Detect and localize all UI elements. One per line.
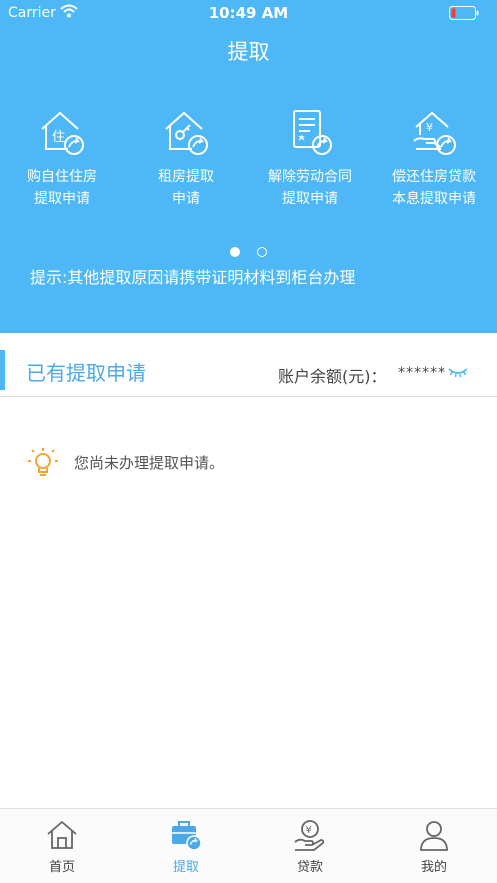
balance-value: ****** (398, 365, 446, 381)
page-dot-inactive[interactable] (257, 247, 268, 257)
rent-house-icon (165, 111, 208, 155)
eye-closed-icon[interactable] (448, 366, 468, 378)
tab-label: 首页 (48, 860, 75, 875)
profile-icon (420, 821, 448, 851)
header: Carrier 10:49 AM 提取 住 购自住住房 提取申请 租房提取 申请… (0, 0, 497, 333)
shortcut-buy-house[interactable]: 住 购自住住房 提取申请 (0, 100, 124, 220)
balance-label: 账户余额(元)： (278, 367, 387, 386)
withdraw-briefcase-icon (172, 821, 202, 851)
shortcut-repay-loan[interactable]: ¥ 偿还住房贷款 本息提取申请 (372, 100, 496, 220)
tab-loan[interactable]: ¥ 贷款 (248, 809, 372, 883)
loan-hand-icon: ¥ (294, 820, 325, 851)
battery-icon (449, 6, 479, 20)
home-icon (47, 820, 77, 849)
shortcut-grid: 住 购自住住房 提取申请 租房提取 申请 解除劳动合同 提取申请 ¥ 偿还住房贷… (0, 100, 497, 220)
shortcut-label-line2: 本息提取申请 (392, 191, 476, 207)
page-title: 提取 (227, 40, 270, 64)
shortcut-label-line1: 解除劳动合同 (268, 169, 352, 185)
shortcut-label-line1: 购自住住房 (27, 169, 97, 185)
clock: 10:49 AM (208, 4, 289, 22)
accent-bar (0, 350, 5, 390)
lightbulb-icon (28, 448, 58, 476)
shortcut-label-line2: 提取申请 (282, 191, 338, 207)
shortcut-rent-house[interactable]: 租房提取 申请 (124, 100, 248, 220)
svg-text:住: 住 (52, 130, 65, 145)
applications-title: 已有提取申请 (26, 361, 146, 385)
tab-withdraw[interactable]: 提取 (124, 809, 248, 883)
shortcut-label-line1: 租房提取 (158, 169, 214, 185)
svg-text:¥: ¥ (426, 121, 433, 134)
contract-document-icon (293, 110, 332, 155)
tab-home[interactable]: 首页 (0, 809, 124, 883)
tip-text: 提示:其他提取原因请携带证明材料到柜台办理 (30, 268, 356, 287)
svg-text:¥: ¥ (306, 825, 312, 836)
shortcut-terminate-contract[interactable]: 解除劳动合同 提取申请 (248, 100, 372, 220)
page-indicator[interactable] (0, 242, 497, 257)
tab-profile[interactable]: 我的 (372, 809, 496, 883)
applications-header: 已有提取申请 账户余额(元)： ****** (0, 345, 497, 397)
empty-message: 您尚未办理提取申请。 (74, 454, 225, 472)
shortcut-label-line2: 提取申请 (34, 191, 90, 207)
tab-label: 提取 (172, 860, 199, 875)
page-dot-active[interactable] (229, 247, 240, 257)
status-bar: Carrier 10:49 AM (0, 0, 497, 26)
loan-repay-icon: ¥ (413, 111, 456, 155)
tab-label: 我的 (420, 860, 447, 875)
shortcut-label-line2: 申请 (172, 191, 200, 207)
tab-label: 贷款 (296, 860, 323, 875)
tab-bar: 首页 提取 ¥ 贷款 我的 (0, 808, 497, 883)
screen: Carrier 10:49 AM 提取 住 购自住住房 提取申请 租房提取 申请… (0, 0, 497, 883)
shortcut-label-line1: 偿还住房贷款 (392, 169, 476, 185)
house-withdraw-icon: 住 (41, 111, 84, 155)
